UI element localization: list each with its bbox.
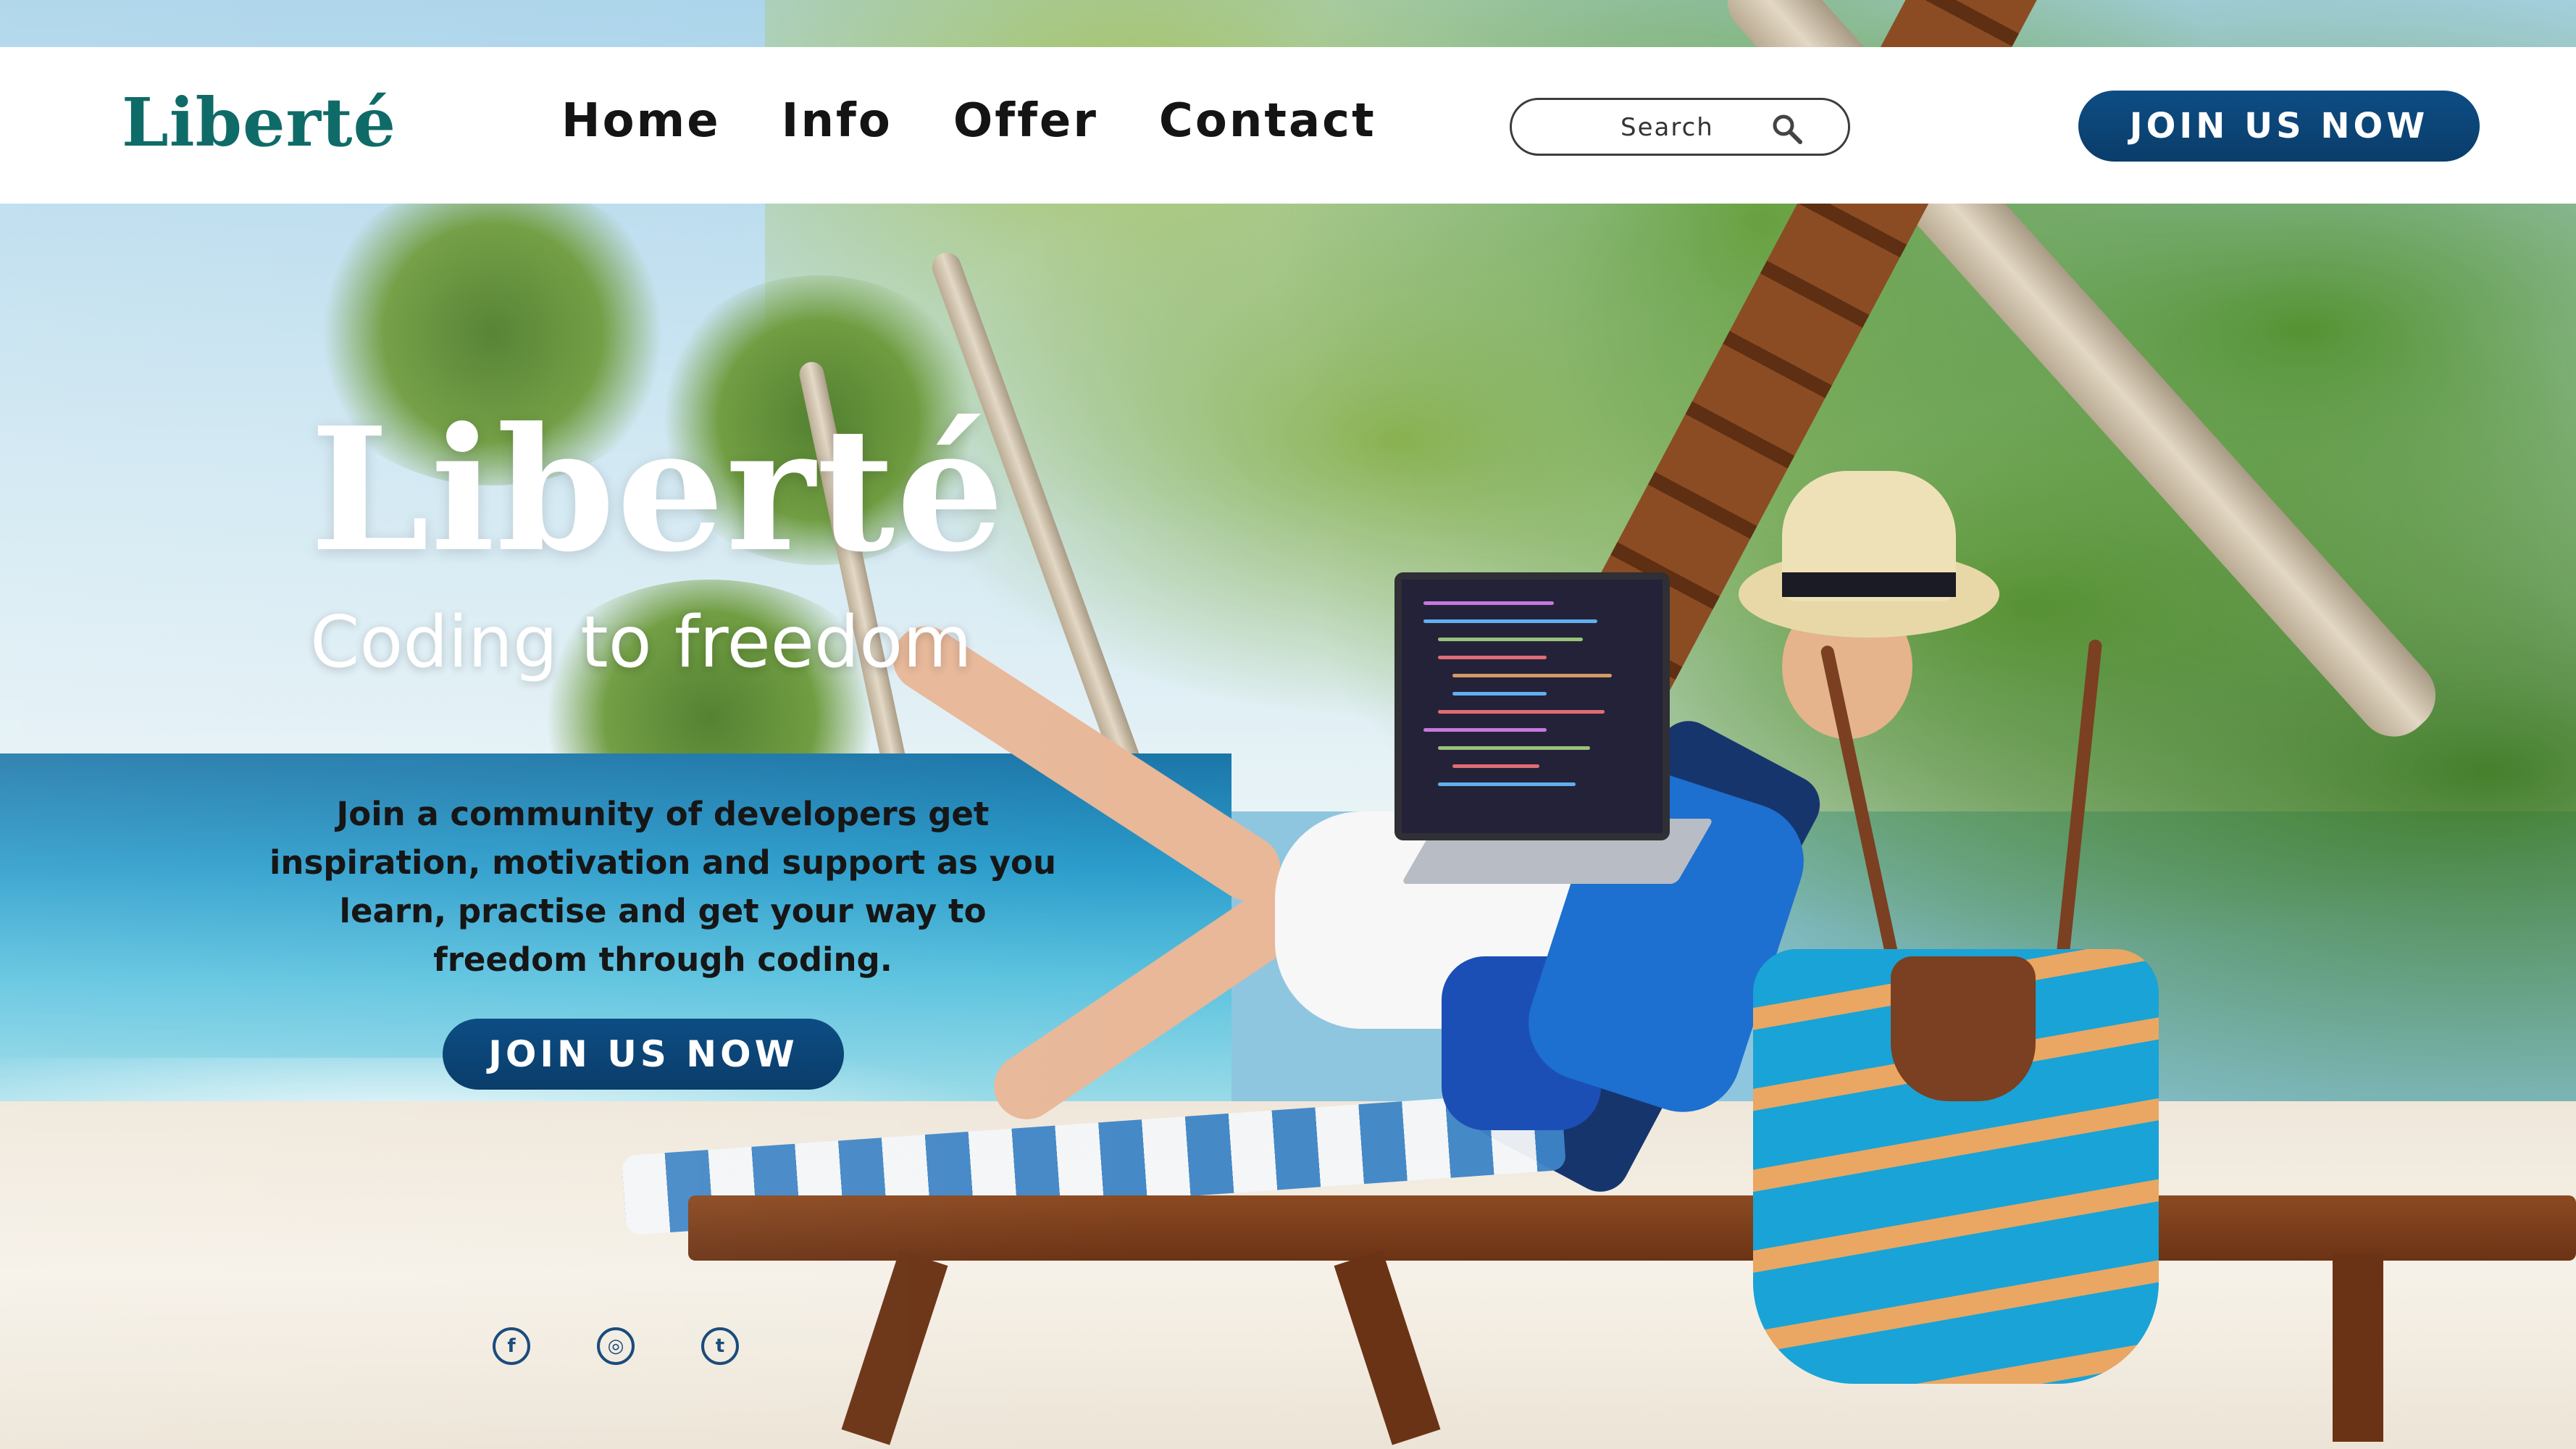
bag-flap — [1891, 956, 2036, 1101]
logo[interactable]: Liberté — [122, 89, 396, 156]
join-us-hero-button[interactable]: JOIN US NOW — [443, 1019, 844, 1090]
instagram-icon[interactable]: ◎ — [597, 1327, 635, 1365]
search-icon[interactable] — [1770, 112, 1805, 146]
hero-background-image — [0, 0, 2576, 1449]
nav-item-info[interactable]: Info — [782, 98, 892, 144]
hero-description: Join a community of developers get inspi… — [269, 795, 1056, 979]
overlay — [0, 0, 1159, 1449]
social-links: f ◎ t — [493, 1327, 806, 1365]
search-input[interactable]: Search — [1510, 98, 1850, 156]
lounger-leg — [2333, 1253, 2383, 1442]
top-navbar: Liberté Home Info Offer Contact Search J… — [0, 47, 2576, 204]
search-placeholder: Search — [1621, 113, 1714, 142]
join-us-header-button[interactable]: JOIN US NOW — [2078, 91, 2480, 162]
nav-item-offer[interactable]: Offer — [953, 98, 1098, 144]
laptop-screen — [1394, 572, 1670, 840]
hero-title: Liberté — [310, 391, 1006, 590]
twitter-icon[interactable]: t — [701, 1327, 739, 1365]
facebook-icon[interactable]: f — [493, 1327, 530, 1365]
hat-band — [1782, 572, 1956, 597]
main-nav: Home Info Offer Contact — [561, 98, 1437, 144]
hero-subtitle: Coding to freedom — [310, 601, 972, 684]
nav-item-home[interactable]: Home — [561, 98, 721, 144]
nav-item-contact[interactable]: Contact — [1159, 98, 1376, 144]
